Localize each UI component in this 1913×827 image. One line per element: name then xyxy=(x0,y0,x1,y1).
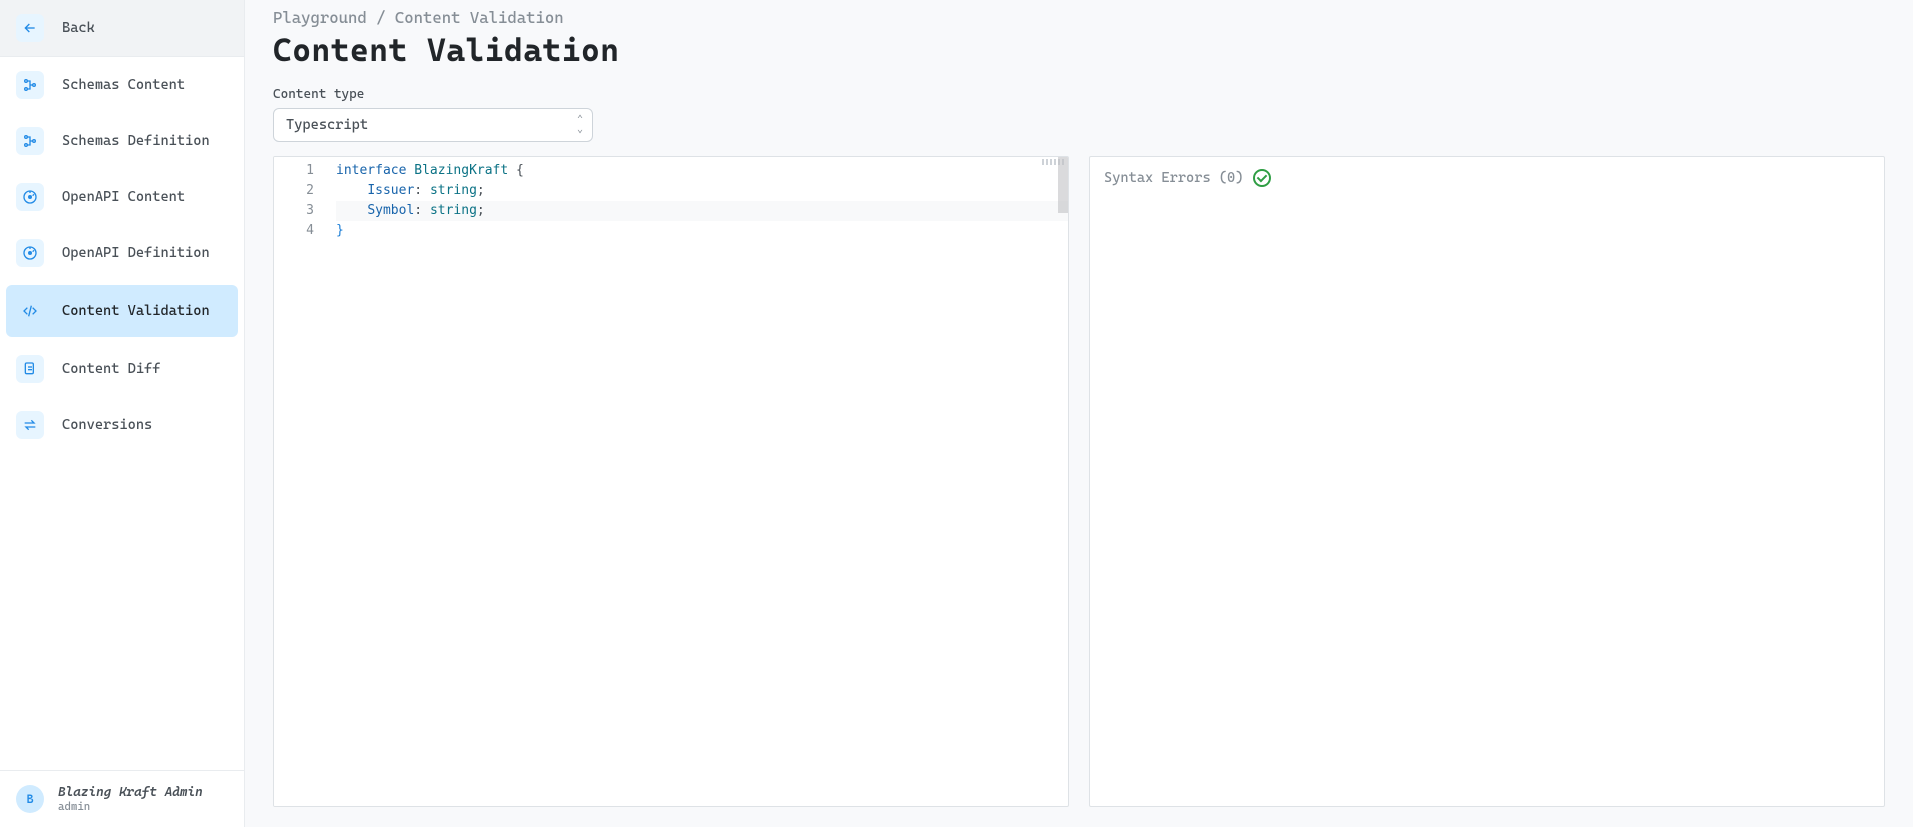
sidebar-back[interactable]: Back xyxy=(0,0,244,56)
sidebar-item-label: Schemas Content xyxy=(62,77,185,93)
editor-gutter: 1234 xyxy=(274,157,328,806)
code-editor[interactable]: 1234 interface BlazingKraft { Issuer: st… xyxy=(274,157,1068,806)
sidebar-item-label: Content Validation xyxy=(62,303,210,319)
diff-icon xyxy=(16,355,44,383)
panels: 1234 interface BlazingKraft { Issuer: st… xyxy=(273,156,1885,807)
code-icon xyxy=(16,297,44,325)
openapi-icon xyxy=(16,183,44,211)
content-type-label: Content type xyxy=(273,87,1885,102)
sidebar-item-schemas-definition[interactable]: Schemas Definition xyxy=(0,113,244,169)
sidebar-item-openapi-content[interactable]: OpenAPI Content xyxy=(0,169,244,225)
user-role: admin xyxy=(58,800,203,813)
user-name: Blazing Kraft Admin xyxy=(58,785,203,800)
sidebar-item-content-validation[interactable]: Content Validation xyxy=(6,285,238,337)
sidebar-back-label: Back xyxy=(62,20,95,36)
sidebar-item-schemas-content[interactable]: Schemas Content xyxy=(0,57,244,113)
sidebar-user[interactable]: B Blazing Kraft Admin admin xyxy=(0,770,244,827)
errors-label: Syntax Errors (0) xyxy=(1104,170,1243,186)
sidebar-top: Back Schemas Content Schemas Definition … xyxy=(0,0,244,770)
page-title: Content Validation xyxy=(273,31,1885,69)
sidebar-item-openapi-definition[interactable]: OpenAPI Definition xyxy=(0,225,244,281)
openapi-icon xyxy=(16,239,44,267)
content-type-select[interactable] xyxy=(273,108,593,142)
scrollbar-thumb[interactable] xyxy=(1058,157,1068,213)
sidebar-item-label: OpenAPI Definition xyxy=(62,245,210,261)
sidebar-item-label: Schemas Definition xyxy=(62,133,210,149)
user-info: Blazing Kraft Admin admin xyxy=(58,785,203,813)
sidebar-item-content-diff[interactable]: Content Diff xyxy=(0,341,244,397)
back-icon xyxy=(16,14,44,42)
errors-panel: Syntax Errors (0) xyxy=(1089,156,1885,807)
errors-header: Syntax Errors (0) xyxy=(1104,169,1870,187)
sidebar-item-label: Conversions xyxy=(62,417,152,433)
swap-icon xyxy=(16,411,44,439)
editor-panel: 1234 interface BlazingKraft { Issuer: st… xyxy=(273,156,1069,807)
breadcrumb: Playground / Content Validation xyxy=(273,8,1885,27)
sidebar-item-label: Content Diff xyxy=(62,361,160,377)
sidebar-item-conversions[interactable]: Conversions xyxy=(0,397,244,453)
schema-icon xyxy=(16,127,44,155)
avatar: B xyxy=(16,785,44,813)
content-type-select-wrap: ⌃⌄ xyxy=(273,108,593,142)
check-circle-icon xyxy=(1253,169,1271,187)
sidebar-item-label: OpenAPI Content xyxy=(62,189,185,205)
editor-code[interactable]: interface BlazingKraft { Issuer: string;… xyxy=(328,157,1068,806)
schema-icon xyxy=(16,71,44,99)
main: Playground / Content Validation Content … xyxy=(245,0,1913,827)
sidebar: Back Schemas Content Schemas Definition … xyxy=(0,0,245,827)
